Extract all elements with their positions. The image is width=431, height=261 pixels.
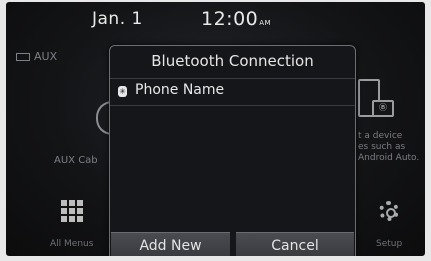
phone-projection-text: t a device es such as Android Auto. xyxy=(358,131,425,164)
date-display: Jan. 1 xyxy=(92,9,143,29)
status-bar: Jan. 1 12:00AM xyxy=(6,2,425,38)
aux-source-label: AUX xyxy=(16,50,57,63)
phone-text-line: Android Auto. xyxy=(358,153,420,163)
bluetooth-icon: ✳ xyxy=(118,86,127,97)
cancel-button[interactable]: Cancel xyxy=(236,232,354,256)
bluetooth-connection-dialog: Bluetooth Connection ✳ Phone Name Add Ne… xyxy=(109,45,356,256)
gear-icon[interactable] xyxy=(379,201,399,221)
clock-time: 12:00 xyxy=(201,8,259,30)
all-menus-label[interactable]: All Menus xyxy=(50,239,93,249)
setup-label[interactable]: Setup xyxy=(376,239,402,249)
device-list-item[interactable]: ✳ Phone Name xyxy=(110,79,355,106)
add-new-button[interactable]: Add New xyxy=(111,232,230,256)
aux-top-text: AUX xyxy=(34,50,58,63)
aux-plug-icon xyxy=(16,53,30,61)
bluetooth-badge-icon: Ⓑ xyxy=(372,100,394,117)
phone-text-line: es such as xyxy=(358,142,406,152)
device-name: Phone Name xyxy=(135,82,225,98)
head-unit-screen: Jan. 1 12:00AM AUX AUX Cab All Menus Ⓑ t… xyxy=(6,2,425,256)
clock-ampm: AM xyxy=(259,19,272,27)
phone-text-line: t a device xyxy=(358,131,403,141)
all-menus-icon[interactable] xyxy=(61,200,83,222)
dialog-title: Bluetooth Connection xyxy=(110,46,355,79)
clock-display: 12:00AM xyxy=(201,8,271,30)
aux-cable-label: AUX Cab xyxy=(54,155,98,166)
